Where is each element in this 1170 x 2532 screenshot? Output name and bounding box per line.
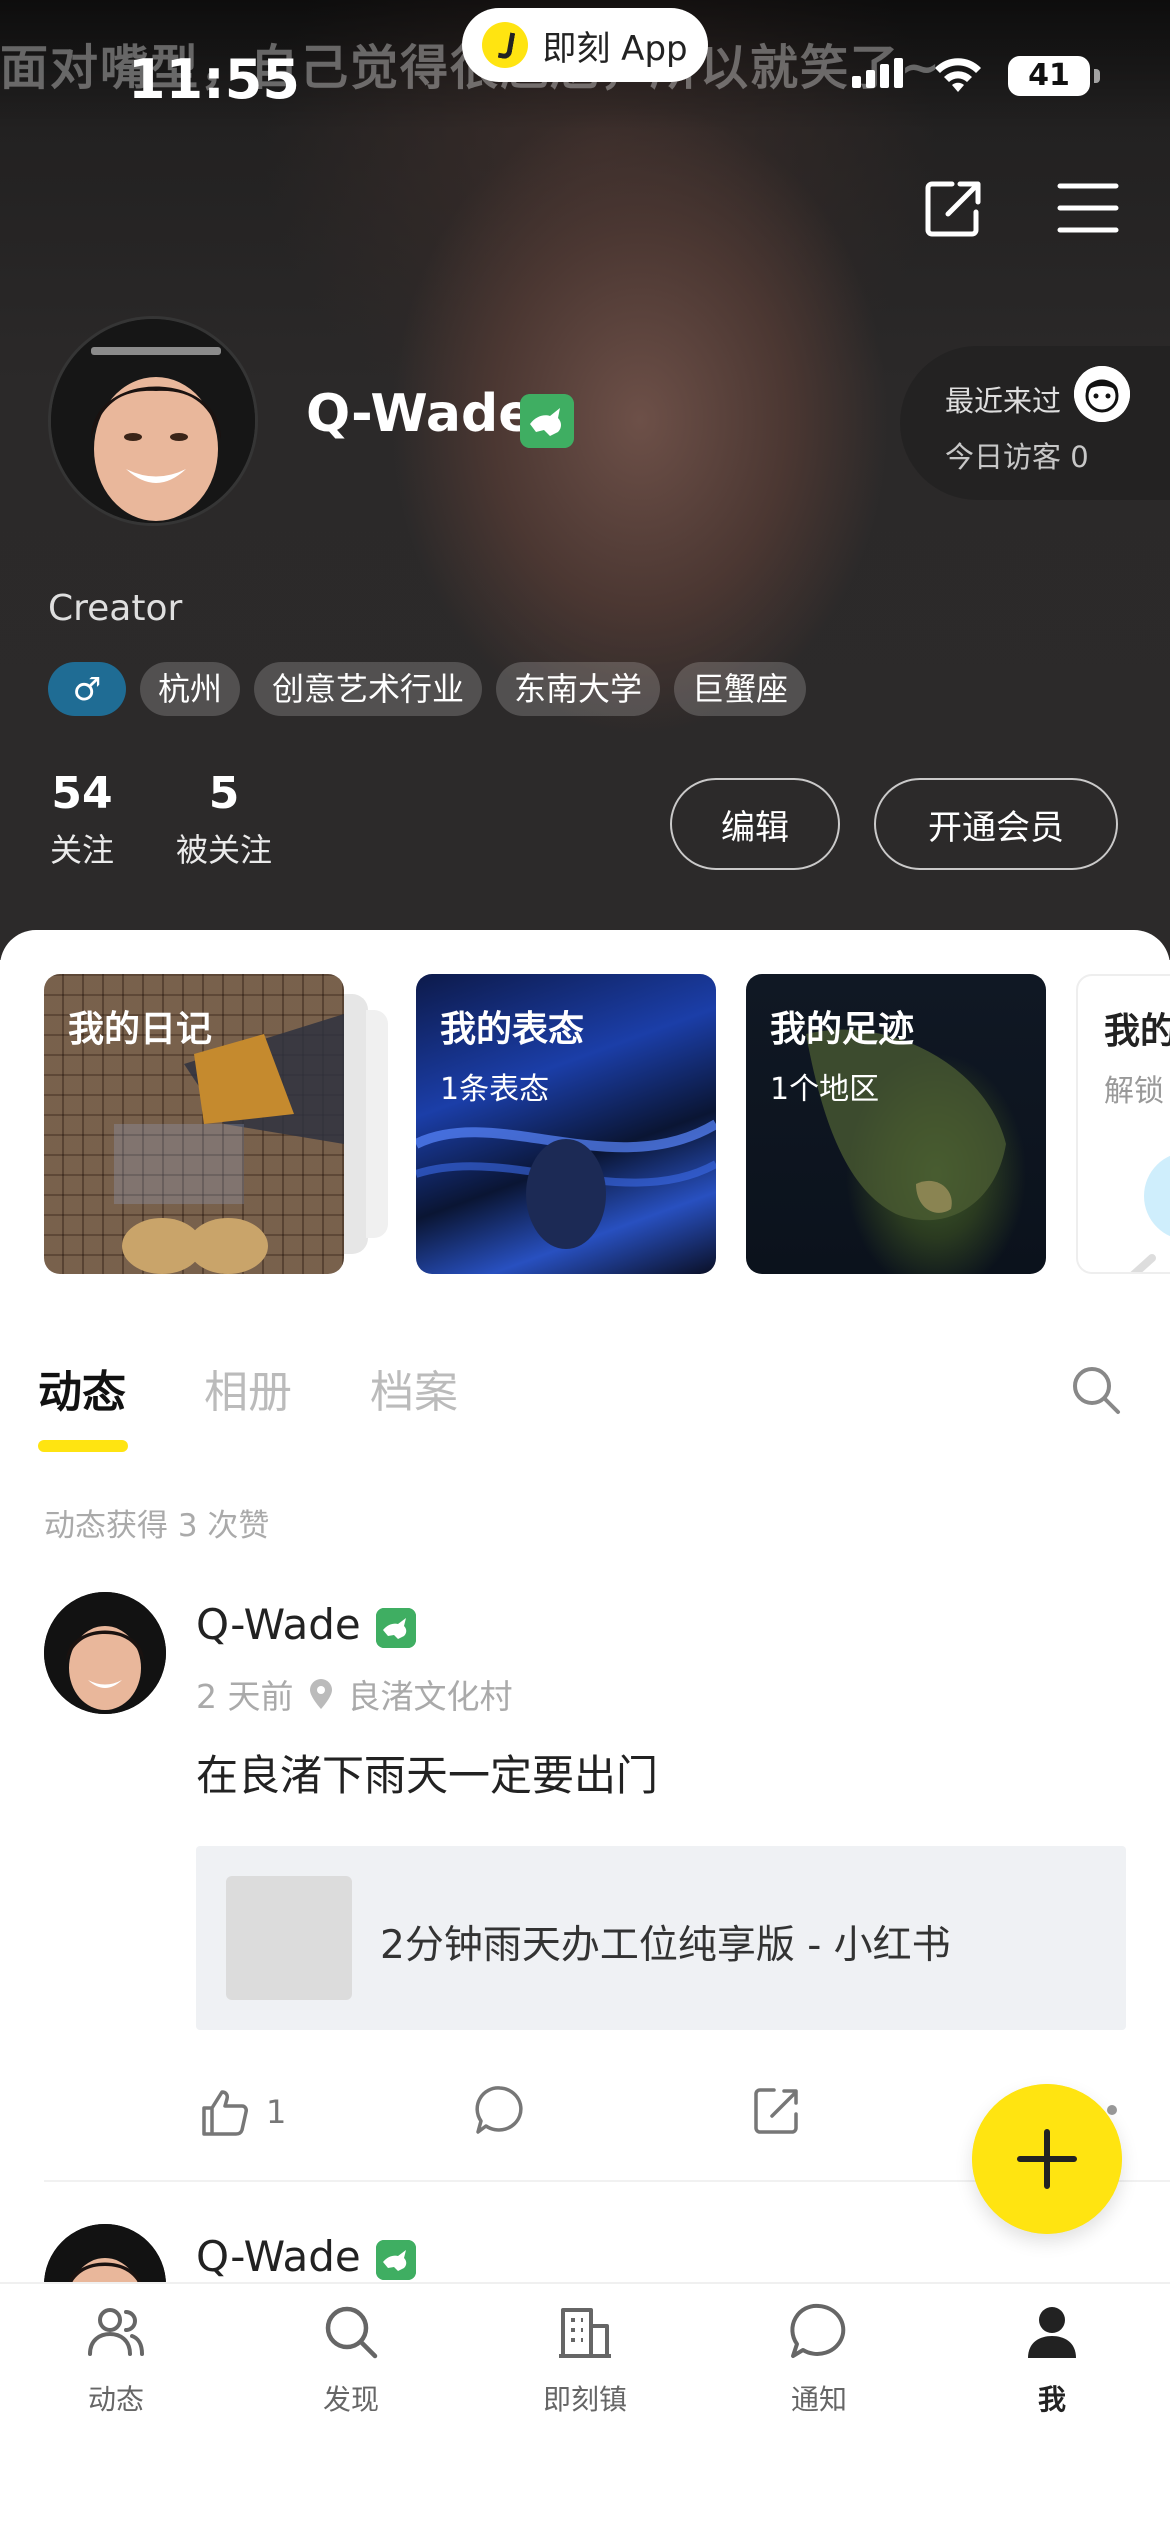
share-post-icon[interactable]: [748, 2082, 804, 2138]
followers-count: 5: [208, 768, 240, 819]
nav-label: 我: [1037, 2383, 1066, 2416]
profile-username: Q-Wade: [306, 384, 534, 444]
recent-visitors-label: 最近来过: [945, 384, 1062, 418]
app-logo-icon: [482, 22, 529, 68]
profile-avatar[interactable]: [48, 316, 258, 526]
active-tab-indicator: [38, 1440, 128, 1452]
nav-label: 动态: [87, 2383, 144, 2416]
location-pin-icon: [309, 1679, 332, 1709]
link-thumbnail: [226, 1876, 352, 2000]
person-icon: [1028, 2307, 1076, 2358]
create-post-button[interactable]: [972, 2084, 1122, 2234]
following-count: 54: [51, 768, 113, 819]
gender-tag: ♂: [48, 662, 126, 716]
card-my-diary[interactable]: 我的日记: [44, 974, 344, 1274]
followers-stat[interactable]: 5 被关注: [170, 768, 278, 871]
search-icon: [325, 2306, 378, 2359]
profile-role: Creator: [48, 588, 183, 629]
like-button[interactable]: 1: [196, 2082, 286, 2142]
magnifier-illustration: [1130, 1155, 1170, 1272]
tab-archive[interactable]: 档案: [370, 1356, 458, 1420]
profile-tags: ♂ 杭州 创意艺术行业 东南大学 巨蟹座: [48, 662, 807, 716]
recent-visitors-panel[interactable]: [900, 346, 1170, 500]
post-author-name[interactable]: Q-Wade: [196, 1600, 361, 1649]
diary-card-stack-layer: [340, 994, 368, 1254]
post-location[interactable]: 良渚文化村: [348, 1670, 513, 1718]
tab-posts[interactable]: 动态: [38, 1356, 126, 1420]
followers-label: 被关注: [175, 831, 272, 869]
diary-card-stack-layer: [366, 1010, 388, 1238]
nav-item-discover[interactable]: 发现: [276, 2300, 426, 2418]
profile-tag: 杭州: [140, 662, 241, 716]
following-stat[interactable]: 54 关注: [40, 768, 124, 871]
chat-bubble-icon: [790, 2303, 846, 2358]
comment-icon[interactable]: [472, 2082, 528, 2138]
profile-screen: 面对嘴型，自己觉得很尴尬，所以就笑了~ 11:55 即刻 App 41 Q-Wa: [0, 0, 1170, 2532]
wifi-icon: [935, 58, 981, 92]
nav-label: 发现: [322, 2383, 379, 2416]
profile-tag: 创意艺术行业: [254, 662, 483, 716]
card-title: 我的日记: [68, 1009, 213, 1050]
nav-label: 通知: [790, 2383, 847, 2416]
today-visitors-count: 今日访客 0: [945, 440, 1089, 474]
card-title: 我的: [1104, 1011, 1170, 1052]
card-subtitle: 1个地区: [770, 1072, 880, 1107]
search-icon[interactable]: [1068, 1362, 1124, 1418]
thumbs-up-icon: [202, 2090, 248, 2136]
nav-item-me[interactable]: 我: [977, 2300, 1127, 2418]
nav-item-town[interactable]: 即刻镇: [510, 2300, 660, 2418]
building-icon: [559, 2308, 611, 2358]
menu-icon[interactable]: [1052, 172, 1124, 244]
nav-label: 即刻镇: [542, 2383, 627, 2416]
post-time: 2 天前: [196, 1677, 294, 1716]
card-my-more[interactable]: 我的 解锁: [1076, 974, 1170, 1274]
card-title: 我的足迹: [770, 1009, 915, 1050]
open-membership-button[interactable]: 开通会员: [874, 778, 1118, 870]
card-subtitle: 解锁: [1104, 1074, 1164, 1109]
likes-summary: 动态获得 3 次赞: [44, 1508, 270, 1544]
card-subtitle: 1条表态: [440, 1072, 550, 1107]
nav-item-notifications[interactable]: 通知: [744, 2300, 894, 2418]
edit-profile-button[interactable]: 编辑: [670, 778, 840, 870]
app-indicator-pill[interactable]: 即刻 App: [462, 8, 708, 82]
tab-album[interactable]: 相册: [204, 1356, 292, 1420]
post-meta: 2 天前 良渚文化村: [196, 1670, 513, 1718]
profile-tag: 巨蟹座: [674, 662, 807, 716]
verified-bird-badge-icon: [376, 2240, 416, 2280]
verified-bird-badge-icon[interactable]: [520, 394, 574, 448]
nav-item-feed[interactable]: 动态: [41, 2300, 191, 2418]
status-time: 11:55: [128, 48, 300, 111]
like-count: 1: [266, 2093, 287, 2131]
people-icon: [88, 2308, 144, 2356]
card-my-reactions[interactable]: 我的表态 1条表态: [416, 974, 716, 1274]
post-author-avatar[interactable]: [44, 1592, 166, 1714]
card-my-footprints[interactable]: 我的足迹 1个地区: [746, 974, 1046, 1274]
share-icon[interactable]: [918, 172, 990, 244]
app-pill-label: 即刻 App: [542, 28, 688, 69]
following-label: 关注: [49, 831, 114, 869]
battery-indicator: 41: [1008, 56, 1100, 96]
post-author-name[interactable]: Q-Wade: [196, 2232, 361, 2281]
profile-tag: 东南大学: [496, 662, 661, 716]
visitor-avatar[interactable]: [1074, 366, 1130, 422]
link-title: 2分钟雨天办工位纯享版 - 小红书: [380, 1923, 951, 1968]
cellular-signal-icon: [852, 58, 903, 88]
card-title: 我的表态: [440, 1009, 585, 1050]
post-text: 在良渚下雨天一定要出门: [196, 1751, 659, 1800]
verified-bird-badge-icon: [376, 1608, 416, 1648]
